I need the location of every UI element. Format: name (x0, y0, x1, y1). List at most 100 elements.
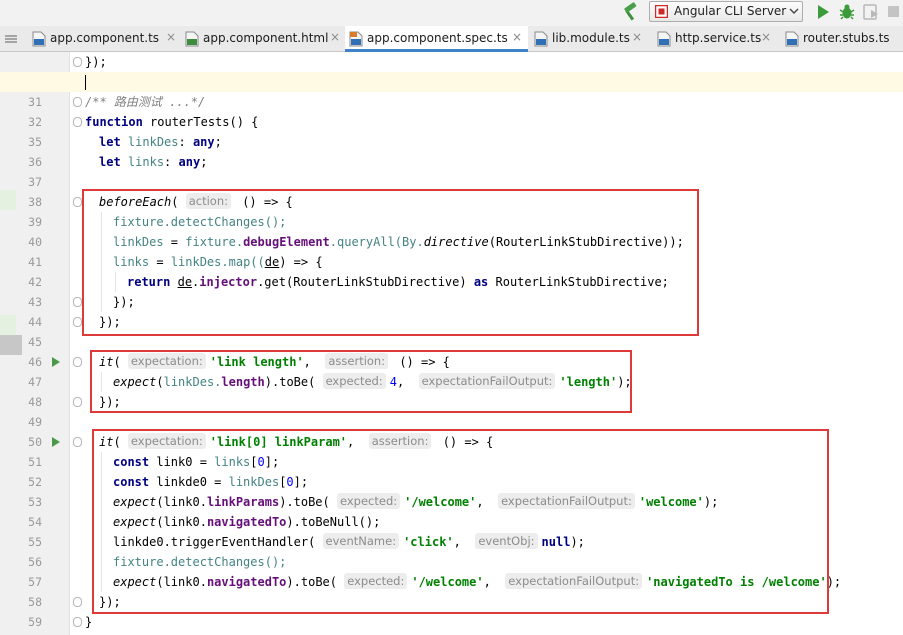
code-token: : (164, 155, 179, 169)
code-token: () => { (392, 355, 450, 369)
parameter-hint: expected: (322, 373, 386, 389)
code-token: (link0. (156, 495, 207, 509)
code-token: (link0. (156, 515, 207, 529)
fold-marker[interactable] (73, 97, 82, 107)
tab-close-icon[interactable]: × (761, 30, 771, 44)
code-text: const link0 = links[0]; (113, 452, 279, 472)
parameter-hint: expectationFailOutput: (418, 373, 556, 389)
code-editor[interactable]: 30 }); 31 32 /** 路由测试 ...*/ 35 function … (0, 52, 903, 635)
parameter-hint: assertion: (368, 433, 432, 449)
indent-guide (101, 512, 102, 532)
code-line: 30 }); (0, 52, 903, 89)
fold-marker[interactable] (73, 57, 82, 67)
typescript-file-icon (32, 31, 46, 47)
tab-close-icon[interactable]: × (512, 30, 522, 44)
tab-app-component-spec-ts[interactable]: app.component.spec.ts × (345, 26, 528, 52)
function-name: expect (113, 375, 157, 389)
tab-app-component-ts[interactable]: app.component.ts × (28, 26, 180, 51)
indent-guide (101, 232, 102, 252)
tab-app-component-html[interactable]: app.component.html × (181, 26, 344, 51)
code-token: ); (703, 495, 719, 509)
code-token: RouterLinkStubDirective; (488, 275, 669, 289)
indent-guide (101, 272, 102, 292)
code-token: .detectChanges(); (163, 215, 287, 229)
fold-marker[interactable] (73, 197, 82, 207)
code-line: 46 (0, 332, 903, 369)
recent-files-icon[interactable] (4, 32, 18, 46)
code-text: expect(link0.linkParams).toBe( expected:… (113, 492, 718, 512)
code-text: linkDes = fixture.debugElement.queryAll(… (113, 232, 684, 252)
typescript-spec-file-icon (349, 31, 363, 47)
code-token: linkde0.triggerEventHandler( (113, 535, 323, 549)
tab-lib-module-ts[interactable]: lib.module.ts × (530, 26, 645, 51)
fold-marker[interactable] (73, 437, 82, 447)
code-token: ).toBe( (264, 375, 323, 389)
code-line: 36 let linkDes: any; (0, 132, 903, 169)
code-token: = (163, 235, 186, 249)
code-token: ( (113, 435, 128, 449)
tab-label: app.component.spec.ts (367, 31, 508, 45)
run-with-coverage-icon[interactable] (862, 3, 880, 21)
code-line: 38 (0, 172, 903, 209)
parameter: de (177, 275, 193, 289)
code-token: ; (214, 135, 222, 149)
tab-close-icon[interactable]: × (166, 30, 176, 44)
code-text: expect(linkDes.length).toBe( expected: 4,… (113, 372, 632, 392)
code-text: let linkDes: any; (99, 132, 222, 152)
parameter: de (264, 255, 280, 269)
code-token: , (396, 375, 419, 389)
tab-close-icon[interactable]: × (632, 30, 642, 44)
code-text: expect(link0.navigatedTo).toBe( expected… (113, 572, 841, 592)
variable: links (113, 255, 150, 269)
indent-guide (101, 492, 102, 512)
hammer-build-icon[interactable] (619, 2, 641, 22)
stop-icon[interactable] (886, 3, 900, 21)
fold-marker[interactable] (73, 317, 82, 327)
string-literal: 'link length' (209, 355, 304, 369)
code-line: 39 beforeEach( action: () => { (0, 192, 903, 229)
code-line: 53 const linkde0 = linkDes[0]; (0, 472, 903, 509)
fold-marker[interactable] (73, 397, 82, 407)
code-token: ).toBe( (279, 495, 337, 509)
parameter-hint: eventName: (322, 533, 400, 549)
code-token: , (476, 495, 499, 509)
fold-marker[interactable] (73, 117, 82, 127)
code-token: .queryAll(By. (329, 235, 424, 249)
fold-marker[interactable] (73, 597, 82, 607)
code-token: link0 = (149, 455, 215, 469)
function-name: expect (113, 575, 157, 589)
code-text: links = linkDes.map((de) => { (113, 252, 323, 272)
code-line: 52 const link0 = links[0]; (0, 452, 903, 489)
code-token: ); (570, 535, 585, 549)
function-name: directive (423, 235, 489, 249)
run-icon[interactable] (814, 3, 832, 21)
code-token: ).toBe( (286, 575, 345, 589)
tab-close-icon[interactable]: × (330, 30, 340, 44)
tab-router-stubs-ts[interactable]: router.stubs.ts (781, 26, 903, 51)
run-test-icon[interactable] (52, 357, 60, 367)
code-token: ) => { (279, 255, 323, 269)
code-token: (RouterLinkStubDirective)); (488, 235, 684, 249)
code-token: . (235, 235, 244, 249)
parameter-hint: expectation: (127, 433, 206, 449)
code-token: , (453, 535, 476, 549)
code-token: = (149, 255, 171, 269)
run-configuration-select[interactable]: Angular CLI Server (649, 1, 803, 22)
fold-marker[interactable] (73, 357, 82, 367)
run-test-icon[interactable] (52, 437, 60, 447)
tab-http-service-ts[interactable]: http.service.ts × (653, 26, 781, 51)
indent-guide (101, 452, 102, 472)
code-line: 41 linkDes = fixture.debugElement.queryA… (0, 232, 903, 269)
debug-icon[interactable] (838, 3, 856, 21)
field: navigatedTo (206, 575, 287, 589)
indent-guide (101, 212, 102, 232)
code-line: 58 expect(link0.navigatedTo).toBe( expec… (0, 572, 903, 609)
code-text: }); (99, 595, 121, 609)
code-token: ( (171, 195, 186, 209)
code-token: .detectChanges(); (163, 555, 287, 569)
fold-marker[interactable] (73, 617, 82, 627)
code-text: }); (99, 395, 121, 409)
code-token: , (347, 435, 369, 449)
fold-marker[interactable] (73, 297, 82, 307)
